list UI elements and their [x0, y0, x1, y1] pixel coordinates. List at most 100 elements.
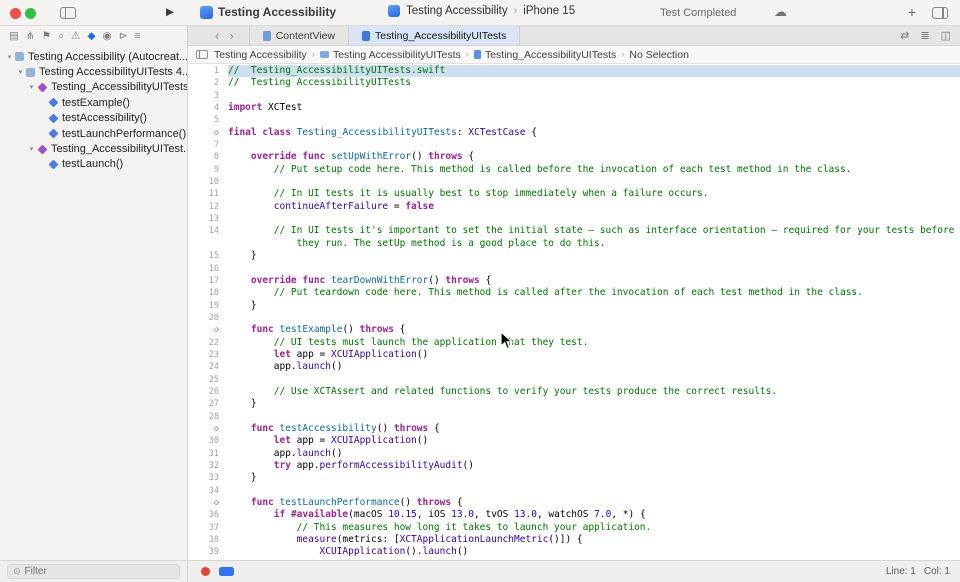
bookmark-navigator-icon[interactable]: ⚑	[42, 30, 51, 42]
code-line[interactable]: 3	[188, 90, 960, 102]
code-review-icon[interactable]: ⇄	[900, 29, 909, 42]
titlebar: ▶ Testing Accessibility Testing Accessib…	[0, 0, 960, 26]
code-line[interactable]: 36 if #available(macOS 10.15, iOS 13.0, …	[188, 509, 960, 521]
swift-file-icon	[362, 31, 370, 41]
line-number: 22	[188, 337, 228, 349]
code-line[interactable]: 23 let app = XCUIApplication()	[188, 349, 960, 361]
line-number: 18	[188, 287, 228, 299]
code-line[interactable]: 13	[188, 213, 960, 225]
code-line[interactable]: ◇ func testAccessibility() throws {	[188, 423, 960, 435]
adjust-editor-icon[interactable]: ≣	[920, 29, 929, 42]
library-add-icon[interactable]: +	[908, 4, 916, 20]
debug-navigator-icon[interactable]: ◉	[103, 30, 112, 42]
related-items-icon[interactable]	[196, 50, 208, 59]
test-diamond-icon[interactable]: ◇	[188, 423, 228, 435]
code-line[interactable]: 18 // Put teardown code here. This metho…	[188, 287, 960, 299]
code-line[interactable]: 24 app.launch()	[188, 361, 960, 373]
run-button[interactable]: ▶	[166, 6, 174, 18]
breadcrumb-item[interactable]: No Selection	[629, 49, 689, 61]
add-editor-icon[interactable]: ◫	[941, 29, 951, 42]
code-line[interactable]: 7	[188, 139, 960, 151]
breadcrumb-item[interactable]: Testing_AccessibilityUITests	[474, 49, 616, 61]
back-button[interactable]: ‹	[210, 26, 224, 46]
editor-tab[interactable]: Testing_AccessibilityUITests	[349, 26, 520, 45]
code-line[interactable]: 12 continueAfterFailure = false	[188, 201, 960, 213]
issue-navigator-icon[interactable]: ⚠	[71, 30, 80, 42]
zoom-button[interactable]	[25, 8, 36, 19]
breadcrumb-items: Testing Accessibility›Testing Accessibil…	[214, 49, 689, 61]
breadcrumb-item[interactable]: Testing Accessibility	[214, 49, 307, 61]
code-line[interactable]: ◇ func testExample() throws {	[188, 324, 960, 336]
code-line[interactable]: 31 app.launch()	[188, 448, 960, 460]
line-number: 30	[188, 435, 228, 447]
code-line[interactable]: 28	[188, 411, 960, 423]
code-line[interactable]: 16	[188, 263, 960, 275]
source-control-navigator-icon[interactable]: ⋔	[26, 30, 35, 42]
code-line[interactable]: 39 XCUIApplication().launch()	[188, 546, 960, 558]
test-diamond-icon[interactable]: ◇	[188, 497, 228, 509]
code-line[interactable]: 17 override func tearDownWithError() thr…	[188, 275, 960, 287]
editor-column: Testing Accessibility›Testing Accessibil…	[188, 46, 960, 560]
code-line[interactable]: 25	[188, 374, 960, 386]
filter-field[interactable]: ⊙	[7, 564, 180, 579]
tree-row[interactable]: ▾Testing_AccessibilityUITests	[0, 80, 187, 95]
code-editor[interactable]: 1// Testing_AccessibilityUITests.swift2/…	[188, 64, 960, 560]
code-line[interactable]: 19 }	[188, 300, 960, 312]
tree-row[interactable]: ▾Testing_AccessibilityUITest...	[0, 141, 187, 156]
code-line[interactable]: they run. The setUp method is a good pla…	[188, 238, 960, 250]
tree-row[interactable]: ▾Testing Accessibility (Autocreat...	[0, 49, 187, 64]
code-line[interactable]: 20	[188, 312, 960, 324]
code-line[interactable]: 32 try app.performAccessibilityAudit()	[188, 460, 960, 472]
code-line[interactable]: 33 }	[188, 472, 960, 484]
test-navigator-icon[interactable]: ◆	[87, 30, 95, 42]
tree-row[interactable]: ▾Testing AccessibilityUITests 4...	[0, 64, 187, 79]
scheme-selector[interactable]: Testing Accessibility › iPhone 15	[388, 5, 575, 17]
tree-row[interactable]: testLaunch()	[0, 157, 187, 172]
code-line[interactable]: 38 measure(metrics: [XCTApplicationLaunc…	[188, 534, 960, 546]
test-diamond-icon[interactable]: ◇	[188, 324, 228, 336]
code-line[interactable]: 26 // Use XCTAssert and related function…	[188, 386, 960, 398]
code-line[interactable]: 4import XCTest	[188, 102, 960, 114]
code-line[interactable]: 5	[188, 114, 960, 126]
breakpoint-pill-icon[interactable]	[219, 567, 234, 576]
doc-icon	[26, 68, 35, 77]
code-line[interactable]: 34	[188, 485, 960, 497]
find-navigator-icon[interactable]: ⌕	[58, 30, 64, 43]
code-line[interactable]: ◇ func testLaunchPerformance() throws {	[188, 497, 960, 509]
code-line[interactable]: 22 // UI tests must launch the applicati…	[188, 337, 960, 349]
line-number: 33	[188, 472, 228, 484]
tree-row[interactable]: testExample()	[0, 95, 187, 110]
line-number: 37	[188, 522, 228, 534]
code-line[interactable]: 9 // Put setup code here. This method is…	[188, 164, 960, 176]
code-line[interactable]: 15 }	[188, 250, 960, 262]
code-line[interactable]: 37 // This measures how long it takes to…	[188, 522, 960, 534]
forward-button[interactable]: ›	[224, 26, 238, 46]
filter-input[interactable]	[25, 566, 174, 577]
line-number: 25	[188, 374, 228, 386]
tree-row[interactable]: testAccessibility()	[0, 111, 187, 126]
breadcrumb-item[interactable]: Testing AccessibilityUITests	[320, 49, 461, 61]
cloud-icon[interactable]: ☁	[774, 4, 787, 20]
report-navigator-icon[interactable]: ≡	[135, 30, 141, 42]
issue-dot-icon[interactable]	[201, 567, 210, 576]
close-button[interactable]	[10, 8, 21, 19]
code-line[interactable]: 27 }	[188, 398, 960, 410]
code-line[interactable]: 8 override func setUpWithError() throws …	[188, 151, 960, 163]
project-navigator-icon[interactable]: ▤	[9, 30, 19, 42]
breakpoint-navigator-icon[interactable]: ⊳	[119, 30, 128, 42]
code-line[interactable]: 30 let app = XCUIApplication()	[188, 435, 960, 447]
toggle-navigator-icon[interactable]	[60, 7, 76, 19]
editor-layout-icon[interactable]	[932, 7, 948, 19]
test-diamond-icon[interactable]: ◇	[188, 127, 228, 139]
line-number: 36	[188, 509, 228, 521]
run-destination[interactable]: iPhone 15	[523, 5, 575, 17]
code-line[interactable]: 14 // In UI tests it's important to set …	[188, 225, 960, 237]
code-line[interactable]: 1// Testing_AccessibilityUITests.swift	[188, 65, 960, 77]
editor-tab[interactable]: ContentView	[249, 26, 349, 45]
tree-row[interactable]: testLaunchPerformance()	[0, 126, 187, 141]
code-line[interactable]: ◇final class Testing_AccessibilityUITest…	[188, 127, 960, 139]
code-line[interactable]: 11 // In UI tests it is usually best to …	[188, 188, 960, 200]
code-line[interactable]: 10	[188, 176, 960, 188]
scheme-name[interactable]: Testing Accessibility	[406, 5, 508, 17]
code-line[interactable]: 2// Testing AccessibilityUITests	[188, 77, 960, 89]
